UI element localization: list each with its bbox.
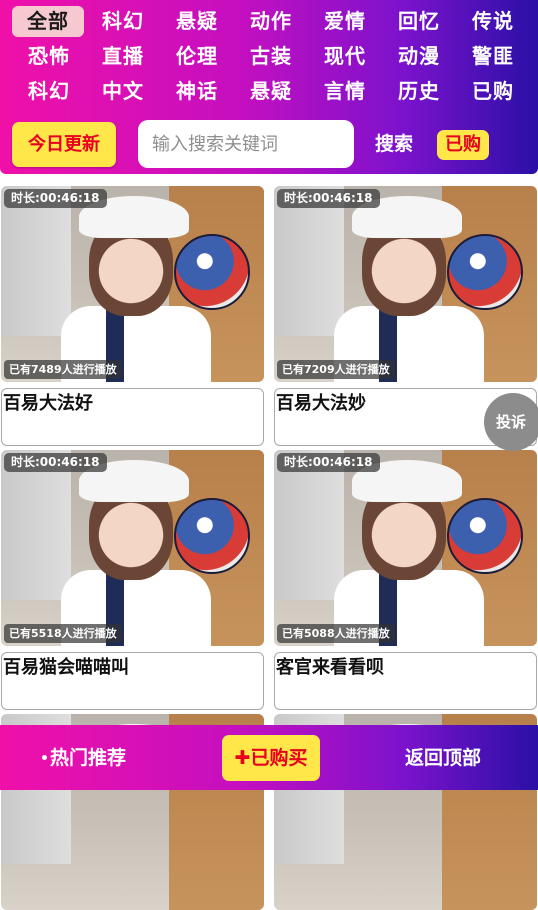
- video-title[interactable]: 百易大法好: [1, 388, 264, 446]
- video-thumbnail[interactable]: 时长:00:46:18 已有5088人进行播放: [274, 450, 537, 646]
- hot-recommend-button[interactable]: 热门推荐: [50, 743, 126, 770]
- purchased-list-button[interactable]: ✚已购买: [222, 735, 320, 781]
- category-grid: 全部 科幻 悬疑 动作 爱情 回忆 传说 恐怖 直播 伦理 古装 现代 动漫 警…: [12, 6, 530, 107]
- category-scifi-2[interactable]: 科幻: [12, 76, 86, 107]
- bullet-icon: [42, 755, 47, 760]
- video-thumbnail[interactable]: 时长:00:46:18 已有7489人进行播放: [1, 186, 264, 382]
- video-grid: 时长:00:46:18 已有7489人进行播放 百易大法好 时长:00:46:1…: [0, 186, 538, 910]
- play-count-badge: 已有7489人进行播放: [4, 360, 122, 379]
- purchased-button[interactable]: 已购: [437, 130, 489, 160]
- thumbnail-basketball: [174, 498, 250, 574]
- category-legend[interactable]: 传说: [456, 6, 530, 37]
- top-header: 全部 科幻 悬疑 动作 爱情 回忆 传说 恐怖 直播 伦理 古装 现代 动漫 警…: [0, 0, 538, 174]
- thumbnail-cabinet: [274, 186, 344, 336]
- thumbnail-cabinet: [1, 186, 71, 336]
- category-scifi[interactable]: 科幻: [86, 6, 160, 37]
- thumbnail-basketball: [447, 498, 523, 574]
- duration-badge: 时长:00:46:18: [4, 189, 107, 208]
- category-anime[interactable]: 动漫: [382, 41, 456, 72]
- category-crime[interactable]: 警匪: [456, 41, 530, 72]
- thumbnail-cabinet: [274, 450, 344, 600]
- duration-badge: 时长:00:46:18: [277, 453, 380, 472]
- video-card[interactable]: 时长:00:46:18 已有7489人进行播放 百易大法好: [1, 186, 264, 446]
- bottom-bar: 热门推荐 ✚已购买 返回顶部: [0, 725, 538, 790]
- category-memory[interactable]: 回忆: [382, 6, 456, 37]
- category-ethics[interactable]: 伦理: [160, 41, 234, 72]
- back-to-top-button[interactable]: 返回顶部: [405, 743, 481, 770]
- category-costume[interactable]: 古装: [234, 41, 308, 72]
- today-update-button[interactable]: 今日更新: [12, 122, 116, 167]
- video-card[interactable]: 时长:00:46:18 已有5518人进行播放 百易猫会喵喵叫: [1, 450, 264, 710]
- thumbnail-basketball: [174, 234, 250, 310]
- category-all[interactable]: 全部: [12, 6, 84, 37]
- category-modern[interactable]: 现代: [308, 41, 382, 72]
- search-input[interactable]: [138, 120, 354, 168]
- category-action[interactable]: 动作: [234, 6, 308, 37]
- category-history[interactable]: 历史: [382, 76, 456, 107]
- category-love-story[interactable]: 言情: [308, 76, 382, 107]
- category-suspense-2[interactable]: 悬疑: [234, 76, 308, 107]
- category-purchased[interactable]: 已购: [456, 76, 530, 107]
- play-count-badge: 已有5088人进行播放: [277, 624, 395, 643]
- video-thumbnail[interactable]: 时长:00:46:18 已有7209人进行播放: [274, 186, 537, 382]
- category-suspense[interactable]: 悬疑: [160, 6, 234, 37]
- video-title[interactable]: 百易猫会喵喵叫: [1, 652, 264, 710]
- video-title[interactable]: 客官来看看呗: [274, 652, 537, 710]
- thumbnail-cabinet: [1, 450, 71, 600]
- category-romance[interactable]: 爱情: [308, 6, 382, 37]
- category-horror[interactable]: 恐怖: [12, 41, 86, 72]
- category-live[interactable]: 直播: [86, 41, 160, 72]
- thumbnail-basketball: [447, 234, 523, 310]
- play-count-badge: 已有5518人进行播放: [4, 624, 122, 643]
- duration-badge: 时长:00:46:18: [277, 189, 380, 208]
- video-thumbnail[interactable]: 时长:00:46:18 已有5518人进行播放: [1, 450, 264, 646]
- complain-button[interactable]: 投诉: [484, 393, 538, 451]
- duration-badge: 时长:00:46:18: [4, 453, 107, 472]
- video-card[interactable]: 时长:00:46:18 已有5088人进行播放 客官来看看呗: [274, 450, 537, 710]
- play-count-badge: 已有7209人进行播放: [277, 360, 395, 379]
- search-button[interactable]: 搜索: [375, 130, 413, 158]
- category-myth[interactable]: 神话: [160, 76, 234, 107]
- category-chinese[interactable]: 中文: [86, 76, 160, 107]
